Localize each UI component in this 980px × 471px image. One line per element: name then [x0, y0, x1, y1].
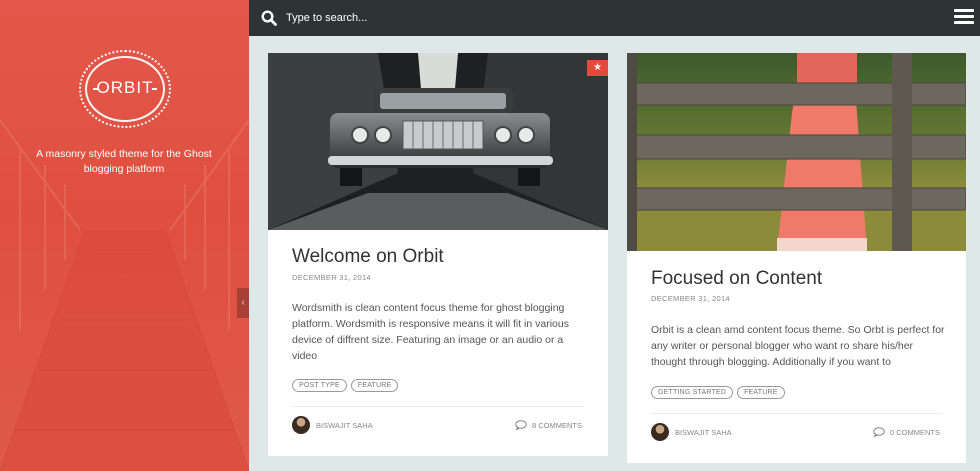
site-logo[interactable]: ORBIT: [79, 50, 171, 128]
post-tags: POST TYPE FEATURE: [292, 379, 399, 392]
tag-link[interactable]: FEATURE: [737, 386, 785, 399]
comment-icon: [873, 427, 885, 437]
tag-link[interactable]: FEATURE: [350, 379, 399, 392]
fence-illustration: [627, 53, 966, 251]
post-card: ★ Welcome on Orbit DECEMBER 31, 2014 Wor…: [268, 53, 608, 456]
post-author[interactable]: BISWAJIT SAHA: [651, 423, 732, 441]
tag-link[interactable]: GETTING STARTED: [651, 386, 734, 399]
post-image-fence[interactable]: [627, 53, 966, 251]
site-tagline: A masonry styled theme for the Ghost blo…: [36, 148, 212, 175]
logo-text: ORBIT: [96, 78, 154, 97]
post-comments-link[interactable]: 0 COMMENTS: [873, 427, 940, 437]
comment-count: 8 COMMENTS: [531, 420, 582, 430]
author-avatar: [651, 423, 669, 441]
search-icon[interactable]: [261, 10, 277, 26]
sidebar-toggle-chevron-left-icon[interactable]: ‹: [237, 288, 249, 318]
post-date: DECEMBER 31, 2014: [292, 273, 371, 282]
post-title[interactable]: Focused on Content: [651, 268, 822, 290]
post-tags: GETTING STARTED FEATURE: [651, 386, 785, 399]
author-avatar: [292, 416, 310, 434]
card-divider: [651, 413, 942, 414]
author-name: BISWAJIT SAHA: [316, 420, 373, 430]
post-date: DECEMBER 31, 2014: [651, 294, 730, 303]
post-author[interactable]: BISWAJIT SAHA: [292, 416, 373, 434]
hamburger-menu-icon[interactable]: [954, 9, 974, 25]
car-illustration: [268, 53, 608, 230]
card-divider: [292, 406, 584, 407]
featured-star-icon: ★: [587, 60, 608, 76]
post-image-car[interactable]: ★: [268, 53, 608, 230]
top-bar: [249, 0, 980, 36]
post-excerpt: Wordsmith is clean content focus theme f…: [292, 302, 569, 362]
post-title[interactable]: Welcome on Orbit: [292, 246, 444, 268]
post-card: Focused on Content DECEMBER 31, 2014 Orb…: [627, 53, 966, 463]
search-input[interactable]: [286, 9, 546, 27]
post-excerpt: Orbit is a clean amd content focus theme…: [651, 324, 945, 368]
author-name: BISWAJIT SAHA: [675, 427, 732, 437]
post-comments-link[interactable]: 8 COMMENTS: [515, 420, 582, 430]
comment-icon: [515, 420, 527, 430]
tag-link[interactable]: POST TYPE: [292, 379, 347, 392]
sidebar: ORBIT A masonry styled theme for the Gho…: [0, 0, 249, 471]
comment-count: 0 COMMENTS: [889, 427, 940, 437]
